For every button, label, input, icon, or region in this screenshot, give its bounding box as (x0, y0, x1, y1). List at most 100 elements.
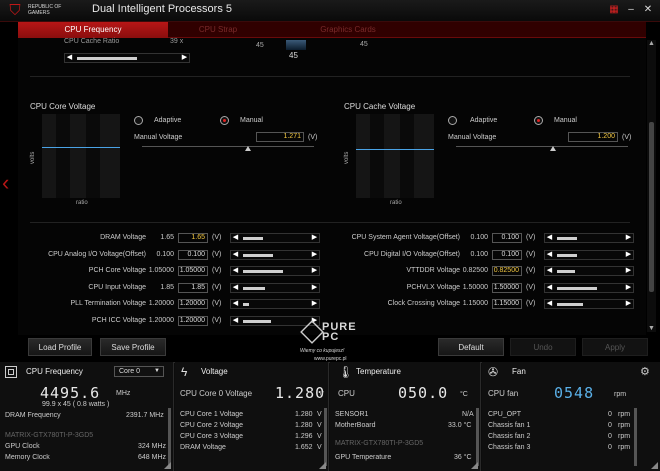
arrow-right-icon[interactable]: ▶ (625, 234, 632, 242)
row-input[interactable]: 1.85 (178, 283, 208, 293)
apply-button[interactable]: Apply (582, 338, 648, 356)
gpu-temp-value: 36 °C (454, 454, 472, 461)
row-input[interactable]: 1.15000 (492, 299, 522, 309)
divider (30, 222, 630, 223)
arrow-left-icon[interactable]: ◀ (66, 54, 73, 62)
arrow-left-icon[interactable]: ◀ (232, 300, 239, 308)
cpu-temp-value: 050.0 (398, 384, 449, 402)
cpu-panel-title: CPU Frequency (26, 367, 83, 376)
arrow-left-icon[interactable]: ◀ (546, 300, 553, 308)
row-slider[interactable]: ◀ ▶ (544, 233, 634, 243)
row-input[interactable]: 1.50000 (492, 283, 522, 293)
cache-adaptive-radio[interactable] (448, 116, 457, 125)
core-manual-radio[interactable] (220, 116, 229, 125)
chevron-left-icon[interactable]: ‹ (2, 170, 9, 196)
grid-icon[interactable]: ▦ (608, 4, 620, 16)
row-slider[interactable]: ◀ ▶ (544, 299, 634, 309)
save-profile-button[interactable]: Save Profile (100, 338, 166, 356)
graph-line (356, 149, 434, 150)
voltage-row-value: 1.280 (295, 411, 313, 418)
row-input[interactable]: 0.100 (178, 250, 208, 260)
cache-manual-voltage-input[interactable]: 1.200 (568, 132, 618, 142)
core-adaptive-radio[interactable] (134, 116, 143, 125)
cache-voltage-marker-icon[interactable] (550, 146, 556, 151)
core-manual-voltage-input[interactable]: 1.271 (256, 132, 304, 142)
scroll-up-icon[interactable]: ▲ (647, 40, 656, 47)
panel-scrollbar[interactable] (168, 408, 171, 466)
watermark-script: Wiemy co kupujesz! (300, 348, 345, 354)
arrow-left-icon[interactable]: ◀ (232, 317, 239, 325)
row-input[interactable]: 0.82500 (492, 266, 522, 276)
tab-graphics-cards[interactable]: Graphics Cards (283, 22, 413, 38)
row-slider[interactable]: ◀ ▶ (544, 250, 634, 260)
load-profile-button[interactable]: Load Profile (28, 338, 92, 356)
voltage-row-value: 1.652 (295, 444, 313, 451)
row-input[interactable]: 0.100 (492, 250, 522, 260)
row-input[interactable]: 1.65 (178, 233, 208, 243)
arrow-left-icon[interactable]: ◀ (232, 284, 239, 292)
row-label: PCH Core Voltage (88, 267, 146, 274)
slider-fill (243, 287, 265, 290)
slider-fill (557, 287, 597, 290)
ratio-knob[interactable] (286, 40, 306, 50)
scroll-down-icon[interactable]: ▼ (647, 325, 656, 332)
voltage-row-value: 1.280 (295, 422, 313, 429)
gpu-temp-label: GPU Temperature (335, 454, 392, 461)
scrollbar[interactable]: ▲ ▼ (647, 40, 656, 332)
row-input[interactable]: 0.100 (492, 233, 522, 243)
arrow-right-icon[interactable]: ▶ (625, 300, 632, 308)
arrow-right-icon[interactable]: ▶ (181, 54, 188, 62)
temp-row-label: MotherBoard (335, 422, 376, 429)
arrow-left-icon[interactable]: ◀ (232, 251, 239, 259)
core-select[interactable]: Core 0 ▼ (114, 366, 164, 377)
cache-manual-radio[interactable] (534, 116, 543, 125)
row-unit: (V) (526, 267, 536, 274)
row-input[interactable]: 1.20000 (178, 316, 208, 326)
arrow-left-icon[interactable]: ◀ (546, 234, 553, 242)
close-icon[interactable]: ✕ (642, 4, 654, 16)
resize-corner-icon[interactable] (319, 462, 326, 469)
arrow-left-icon[interactable]: ◀ (546, 251, 553, 259)
ratio-mid-num: 45 (289, 51, 298, 60)
fan-row-label: Chassis fan 3 (488, 444, 531, 451)
arrow-right-icon[interactable]: ▶ (625, 267, 632, 275)
voltage-panel-title: Voltage (201, 367, 228, 376)
row-label: PLL Termination Voltage (70, 300, 147, 307)
arrow-left-icon[interactable]: ◀ (546, 284, 553, 292)
arrow-left-icon[interactable]: ◀ (232, 234, 239, 242)
row-input[interactable]: 1.20000 (178, 299, 208, 309)
arrow-right-icon[interactable]: ▶ (625, 251, 632, 259)
panel-scrollbar[interactable] (476, 408, 479, 466)
fan-row-unit: rpm (618, 433, 631, 440)
scroll-thumb[interactable] (649, 122, 654, 292)
gpu-model-label: MATRIX-GTX780TI-P-3GD5 (335, 440, 424, 447)
core-select-value: Core 0 (119, 368, 141, 375)
tab-cpu-frequency[interactable]: CPU Frequency (18, 22, 168, 38)
resize-corner-icon[interactable] (651, 462, 658, 469)
brand-text: REPUBLIC OF GAMERS (28, 4, 62, 16)
row-slider[interactable]: ◀ ▶ (544, 283, 634, 293)
undo-button[interactable]: Undo (510, 338, 576, 356)
default-button[interactable]: Default (438, 338, 504, 356)
cpu-frequency-panel: CPU Frequency Core 0 ▼ 4495.6 MHz 99.9 x … (0, 362, 174, 471)
minimize-icon[interactable]: – (625, 4, 637, 16)
panel-scrollbar[interactable] (324, 408, 327, 466)
row-current: 1.15000 (462, 300, 488, 307)
core-voltage-marker-icon[interactable] (245, 146, 251, 151)
panel-scrollbar[interactable] (634, 408, 637, 466)
arrow-right-icon[interactable]: ▶ (625, 284, 632, 292)
tab-cpu-strap[interactable]: CPU Strap (158, 22, 278, 38)
resize-corner-icon[interactable] (471, 462, 478, 469)
cache-ratio-slider[interactable]: ◀ ▶ (64, 53, 190, 63)
row-input[interactable]: 1.05000 (178, 266, 208, 276)
row-slider[interactable]: ◀ ▶ (544, 266, 634, 276)
arrow-left-icon[interactable]: ◀ (232, 267, 239, 275)
gear-icon[interactable]: ⚙ (640, 365, 650, 378)
temp-row-value: 33.0 °C (448, 422, 472, 429)
resize-corner-icon[interactable] (164, 462, 171, 469)
fan-row-label: CPU_OPT (488, 411, 522, 418)
arrow-left-icon[interactable]: ◀ (546, 267, 553, 275)
temperature-panel: 🌡︎ Temperature CPU 050.0 °C SENSOR1 N/A … (330, 362, 481, 471)
cpu-temp-unit: °C (460, 391, 468, 398)
cpu-temp-label: CPU (338, 389, 355, 398)
